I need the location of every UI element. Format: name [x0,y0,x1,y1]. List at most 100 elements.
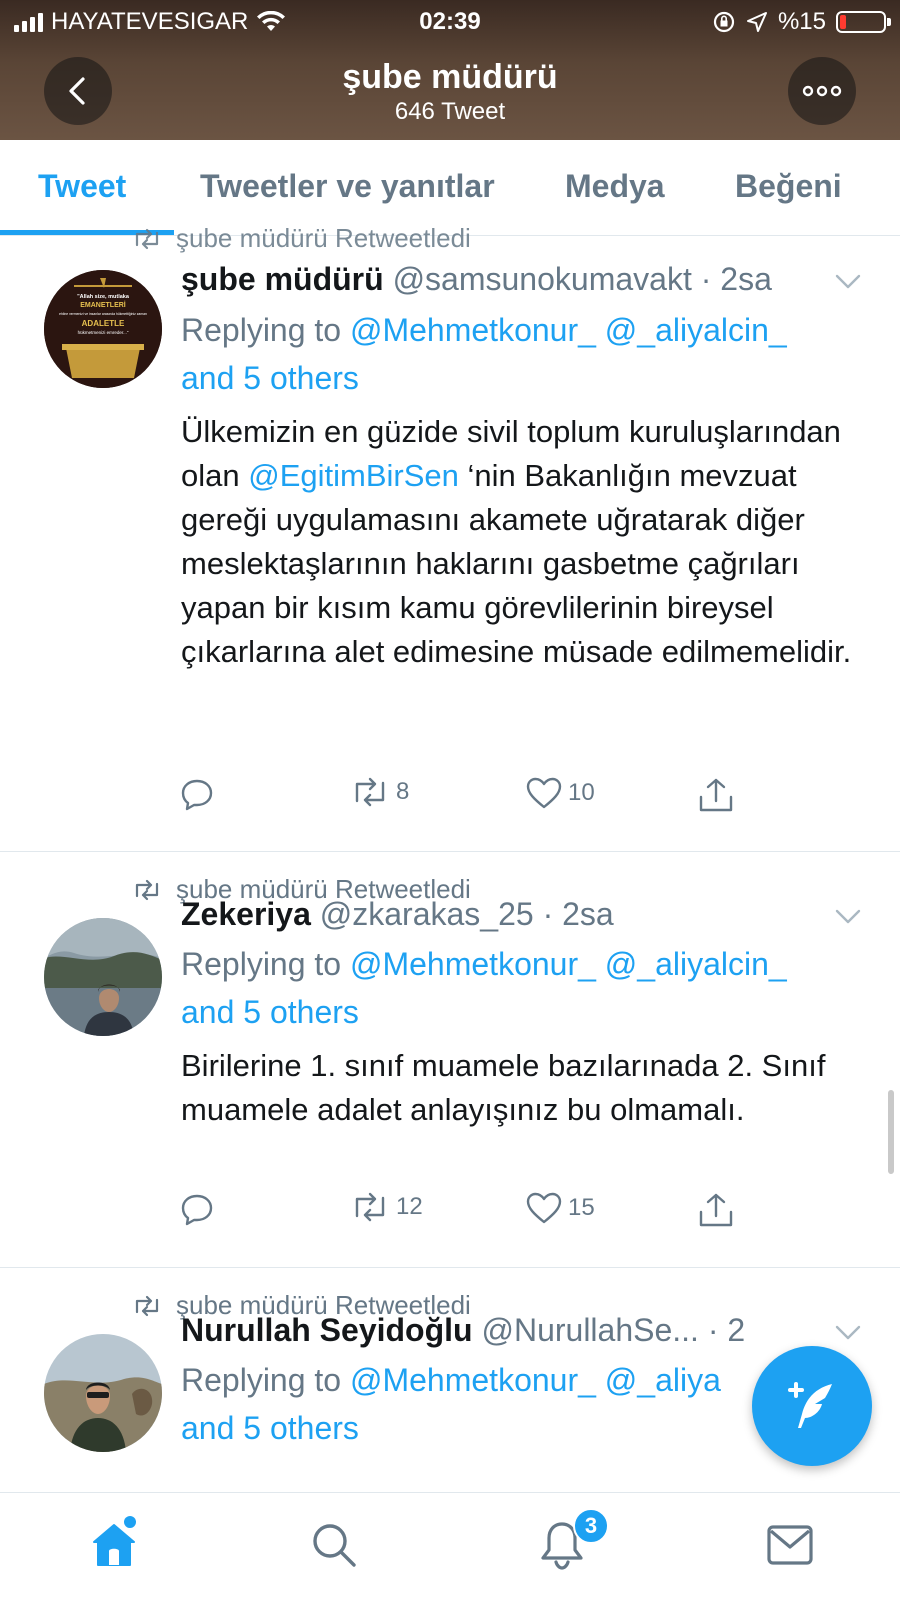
handle-separator: · [698,1312,728,1348]
avatar-image: "Allah size, mutlaka EMANETLERİ ehline v… [44,270,162,388]
avatar-text-3: ehline vermenizi ve insanlar arasında hü… [59,312,147,316]
replying-to-label: Replying to [181,1362,342,1398]
like-count: 15 [568,1194,595,1221]
replying-to-label: Replying to [181,312,342,348]
retweet-label: şube müdürü Retweetledi [176,223,471,253]
battery-percent: %15 [777,8,826,35]
like-count: 10 [568,779,595,806]
reply-icon [181,779,213,811]
author-name[interactable]: şube müdürü [181,261,384,297]
share-button[interactable] [698,777,734,813]
compose-tweet-icon [788,1382,832,1428]
reply-mention-link[interactable]: @_aliyalcin_ [605,312,787,348]
share-button[interactable] [698,1192,734,1228]
reply-mention-link[interactable]: @_aliya [605,1362,721,1398]
retweet-indicator: şube müdürü Retweetledi [132,223,471,254]
replying-to: Replying to @Mehmetkonur_ @_aliyalcin_ a… [181,940,841,1036]
tweet-item[interactable]: şube müdürü Retweetledi Zekeriya @zkarak… [0,852,900,1268]
profile-header: HAYATEVESIGAR 02:39 %15 şube müdürü 646 … [0,0,900,140]
nav-messages[interactable] [760,1515,820,1575]
like-button[interactable]: 15 [526,1192,595,1224]
tweet-header: Nurullah Seyidoğlu @NurullahSe... · 2 [181,1312,745,1349]
avatar[interactable] [44,918,162,1036]
replying-to-label: Replying to [181,946,342,982]
avatar-text-1: "Allah size, mutlaka [77,294,130,300]
tweet-count: 646 Tweet [394,98,506,125]
avatar[interactable] [44,1334,162,1452]
avatar-text-2: EMANETLERİ [80,301,126,309]
reply-button[interactable] [180,777,214,811]
chevron-down-icon[interactable] [834,1318,862,1346]
share-icon [699,778,733,812]
tweet-time: 2 [727,1312,746,1348]
tweet-actions: 12 15 [180,1192,780,1232]
more-dots-icon [802,85,842,97]
location-arrow-icon [746,12,767,32]
reply-mention-link[interactable]: @Mehmetkonur_ [350,946,596,982]
more-options-button[interactable] [788,57,856,125]
author-name[interactable]: Nurullah Seyidoğlu [181,1312,473,1348]
tweet-text: Ülkemizin en güzide sivil toplum kuruluş… [181,410,861,674]
battery-icon [836,11,891,33]
status-right-group: %15 [712,8,891,36]
chevron-down-icon[interactable] [834,902,862,930]
tweet-actions: 8 10 [180,777,780,817]
share-icon [699,1193,733,1227]
orientation-lock-icon [713,11,735,33]
author-handle[interactable]: @samsunokumavakt [393,261,692,297]
search-icon [313,1524,356,1567]
replying-to: Replying to @Mehmetkonur_ @_aliya and 5 … [181,1356,841,1452]
chevron-down-icon[interactable] [834,267,862,295]
avatar-image [44,1334,162,1452]
avatar-image [44,918,162,1036]
avatar[interactable]: "Allah size, mutlaka EMANETLERİ ehline v… [44,270,162,388]
reply-mention-link[interactable]: @_aliyalcin_ [605,946,787,982]
scrollbar[interactable] [888,1090,894,1174]
tweet-time: 2sa [562,896,614,932]
reply-others-link[interactable]: and 5 others [181,360,359,396]
tab-tweet[interactable]: Tweet [38,168,126,205]
tab-media[interactable]: Medya [565,168,665,205]
retweet-count: 12 [396,1193,423,1220]
retweet-button[interactable]: 8 [350,777,409,807]
avatar-text-4: ADALETLE [82,319,125,328]
author-handle[interactable]: @NurullahSe... [481,1312,698,1348]
bottom-navigation [0,1492,900,1600]
profile-title: şube müdürü [342,58,558,96]
tweet-text: Birilerine 1. sınıf muamele bazılarınada… [181,1048,826,1127]
home-new-content-dot [124,1516,136,1528]
retweet-icon [355,1192,385,1222]
mention-link[interactable]: @EgitimBirSen [248,458,459,493]
tweet-item[interactable]: şube müdürü Retweetledi "Allah size, mut… [0,223,900,852]
battery-fill [840,15,846,29]
tweet-header: Zekeriya @zkarakas_25 · 2sa [181,896,614,933]
messages-icon [767,1525,813,1565]
handle-separator: · [691,261,721,297]
retweet-small-icon [135,228,159,249]
status-bar: HAYATEVESIGAR 02:39 %15 [0,0,900,44]
reply-button[interactable] [180,1192,214,1226]
tab-tweets-and-replies[interactable]: Tweetler ve yanıtlar [200,168,495,205]
tab-likes[interactable]: Beğeni [735,168,842,205]
author-name[interactable]: Zekeriya [181,896,311,932]
retweet-button[interactable]: 12 [350,1192,423,1222]
heart-icon [526,1192,562,1224]
reply-mention-link[interactable]: @Mehmetkonur_ [350,312,596,348]
author-handle[interactable]: @zkarakas_25 [320,896,534,932]
tweet-time: 2sa [720,261,772,297]
nav-search[interactable] [304,1515,364,1575]
retweet-small-icon [135,879,159,900]
like-button[interactable]: 10 [526,777,595,809]
handle-separator: · [533,896,563,932]
reply-icon [181,1194,213,1226]
profile-tabs: Tweet Tweetler ve yanıtlar Medya Beğeni [0,140,900,236]
retweet-icon [355,777,385,807]
reply-mention-link[interactable]: @Mehmetkonur_ [350,1362,596,1398]
retweet-small-icon [135,1295,159,1316]
reply-others-link[interactable]: and 5 others [181,1410,359,1446]
replying-to: Replying to @Mehmetkonur_ @_aliyalcin_ a… [181,306,841,402]
compose-tweet-button[interactable] [752,1346,872,1466]
avatar-text-5: hükmetmenizi emreder..." [78,330,129,335]
reply-others-link[interactable]: and 5 others [181,994,359,1030]
heart-icon [526,777,562,809]
